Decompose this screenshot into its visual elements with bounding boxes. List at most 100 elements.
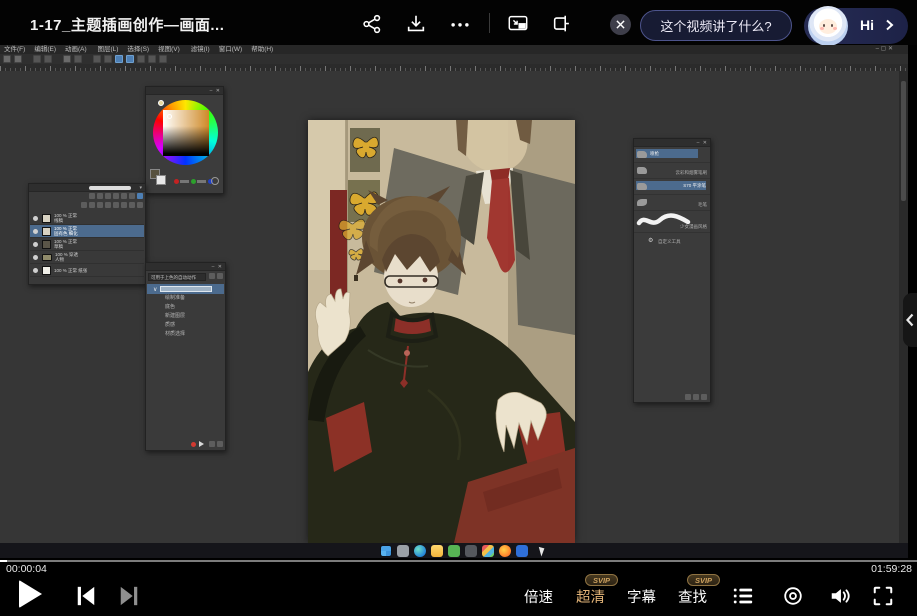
more-options-icon[interactable] <box>449 13 471 35</box>
record-icon <box>191 441 196 447</box>
action-item: 新建图层 <box>165 313 186 319</box>
canvas-ruler <box>0 64 908 71</box>
blue-app-icon <box>516 544 528 557</box>
brush-icon <box>637 151 647 158</box>
layers-toolbar-row <box>57 193 143 201</box>
photos-app-icon <box>482 544 494 557</box>
video-frame[interactable]: 文件(F) 编辑(E) 动画(A) 图层(L) 选择(S) 视图(V) 滤镜(I) 窗口(… <box>0 45 917 603</box>
toolbar-icon-active <box>126 55 134 63</box>
cast-screen-icon[interactable] <box>551 13 573 35</box>
toolbar-icon <box>63 55 71 63</box>
hue-marker <box>158 100 164 106</box>
play-button[interactable] <box>19 580 42 608</box>
sidebar-collapse-tab[interactable] <box>903 293 917 347</box>
playlist-icon[interactable] <box>732 585 754 607</box>
edge-browser-icon <box>414 544 426 557</box>
brush-icon <box>637 167 647 174</box>
layer-visible-icon <box>33 215 38 221</box>
layer-visible-icon <box>33 267 38 273</box>
quality-button[interactable]: 超清 <box>576 586 605 607</box>
toolbar-icon-active <box>115 55 123 63</box>
auto-action-panel: – ✕ 可用于上色的自动动作 ∨ 绘制准备 底色 新建图层 质感 材质选择 <box>145 262 226 451</box>
toolbar-icon <box>137 55 145 63</box>
color-wheel-panel: – ✕ <box>145 86 224 194</box>
action-item-selected: ∨ <box>147 284 224 294</box>
subtool-row: 毛笔 <box>634 195 710 211</box>
toolbar-icon <box>74 55 82 63</box>
toolbar-icon <box>14 55 22 63</box>
color-swatches <box>150 169 166 185</box>
danmaku-settings-icon[interactable] <box>782 585 804 607</box>
brush-icon <box>637 199 647 206</box>
layer-row: 100 % 正常 线稿 <box>30 212 144 225</box>
action-panel-controls <box>146 440 223 448</box>
app-window-controls: – ▢ ✕ <box>875 46 893 52</box>
next-button[interactable] <box>118 585 140 606</box>
layer-opacity-slider <box>89 186 131 190</box>
progress-bar[interactable] <box>0 560 917 562</box>
subtool-panel: – ✕ 喷枪 云彩和烟雾笔刷 S70 平涂笔 毛笔 少女漫画风格 ⚙ 自定义工具 <box>633 138 711 403</box>
subtool-panel-buttons <box>683 394 707 400</box>
volume-icon[interactable] <box>829 585 851 607</box>
subtool-row-stroke-preview: 少女漫画风格 <box>634 211 710 233</box>
layer-row: 100 % 正常 草稿 <box>30 238 144 251</box>
title-bar: 1-17_主题插画创作—画面... 这个视频讲了什么? Hi <box>0 0 917 46</box>
video-player-window: 1-17_主题插画创作—画面... 这个视频讲了什么? Hi 文件(F) 编辑(… <box>0 0 917 616</box>
layer-visible-icon <box>33 228 38 234</box>
recycle-bin-icon <box>465 544 477 557</box>
paint-app-window: 文件(F) 编辑(E) 动画(A) 图层(L) 选择(S) 视图(V) 滤镜(I) 窗口(… <box>0 45 908 558</box>
fullscreen-icon[interactable] <box>872 585 894 607</box>
firefox-icon <box>499 544 511 557</box>
app-menu-bar: 文件(F) 编辑(E) 动画(A) 图层(L) 选择(S) 视图(V) 滤镜(I) 窗口(… <box>0 45 908 54</box>
assistant-pill[interactable]: Hi <box>804 6 908 46</box>
action-item: 底色 <box>165 304 176 310</box>
toolbar-divider <box>489 13 490 33</box>
progress-played <box>0 560 7 562</box>
subtool-row-custom: ⚙ 自定义工具 <box>648 238 681 244</box>
toolbar-icon <box>159 55 167 63</box>
subtool-row-selected: 喷枪 <box>634 147 710 163</box>
illustration-canvas <box>308 120 575 543</box>
wechat-icon <box>448 544 460 557</box>
toolbar-icon <box>104 55 112 63</box>
action-item: 质感 <box>165 322 176 328</box>
layers-toolbar-row <box>51 202 143 210</box>
video-title: 1-17_主题插画创作—画面... <box>30 17 225 34</box>
file-explorer-icon <box>431 544 443 557</box>
windows-start-icon <box>380 544 392 557</box>
layer-row: 100 % 正常 纸张 <box>30 264 144 277</box>
svip-badge: SVIP <box>687 574 720 586</box>
green-channel-dot <box>191 179 196 184</box>
subtool-row-selected: S70 平涂笔 <box>634 179 710 195</box>
toolbar-icon <box>93 55 101 63</box>
find-button[interactable]: 查找 <box>678 586 707 607</box>
layers-panel: ▾ 100 % 正常 线稿 100 % 正常 固有色 细化 100 % 正常 草… <box>28 183 146 285</box>
action-item: 绘制准备 <box>165 295 186 301</box>
download-icon[interactable] <box>405 13 427 35</box>
mini-player-icon[interactable] <box>507 13 529 35</box>
speed-button[interactable]: 倍速 <box>524 586 553 607</box>
svip-badge: SVIP <box>585 574 618 586</box>
chevron-right-icon <box>882 18 896 32</box>
assistant-label: Hi <box>860 17 874 33</box>
app-toolbar <box>0 54 908 64</box>
close-search-icon[interactable] <box>610 14 631 35</box>
share-icon[interactable] <box>361 13 383 35</box>
subtool-row: 云彩和烟雾笔刷 <box>634 163 710 179</box>
player-control-bar: 00:00:04 01:59:28 倍速 SVIP 超清 字幕 SVIP 查找 <box>0 558 917 616</box>
layer-folder-row: 100 % 穿透 人物 <box>30 251 144 264</box>
subtitles-button[interactable]: 字幕 <box>627 586 656 607</box>
previous-button[interactable] <box>75 585 97 606</box>
ai-search-text: 这个视频讲了什么? <box>660 19 772 34</box>
current-time: 00:00:04 <box>6 563 47 575</box>
layer-visible-icon <box>33 254 38 260</box>
toolbar-icon <box>44 55 52 63</box>
gear-icon: ⚙ <box>648 238 654 244</box>
total-duration: 01:59:28 <box>871 563 912 575</box>
brush-icon <box>637 183 647 190</box>
assistant-avatar <box>808 6 848 46</box>
ai-search-pill[interactable]: 这个视频讲了什么? <box>640 10 792 41</box>
folder-icon <box>42 253 52 261</box>
color-mode-button <box>211 177 219 185</box>
widgets-icon <box>397 544 409 557</box>
